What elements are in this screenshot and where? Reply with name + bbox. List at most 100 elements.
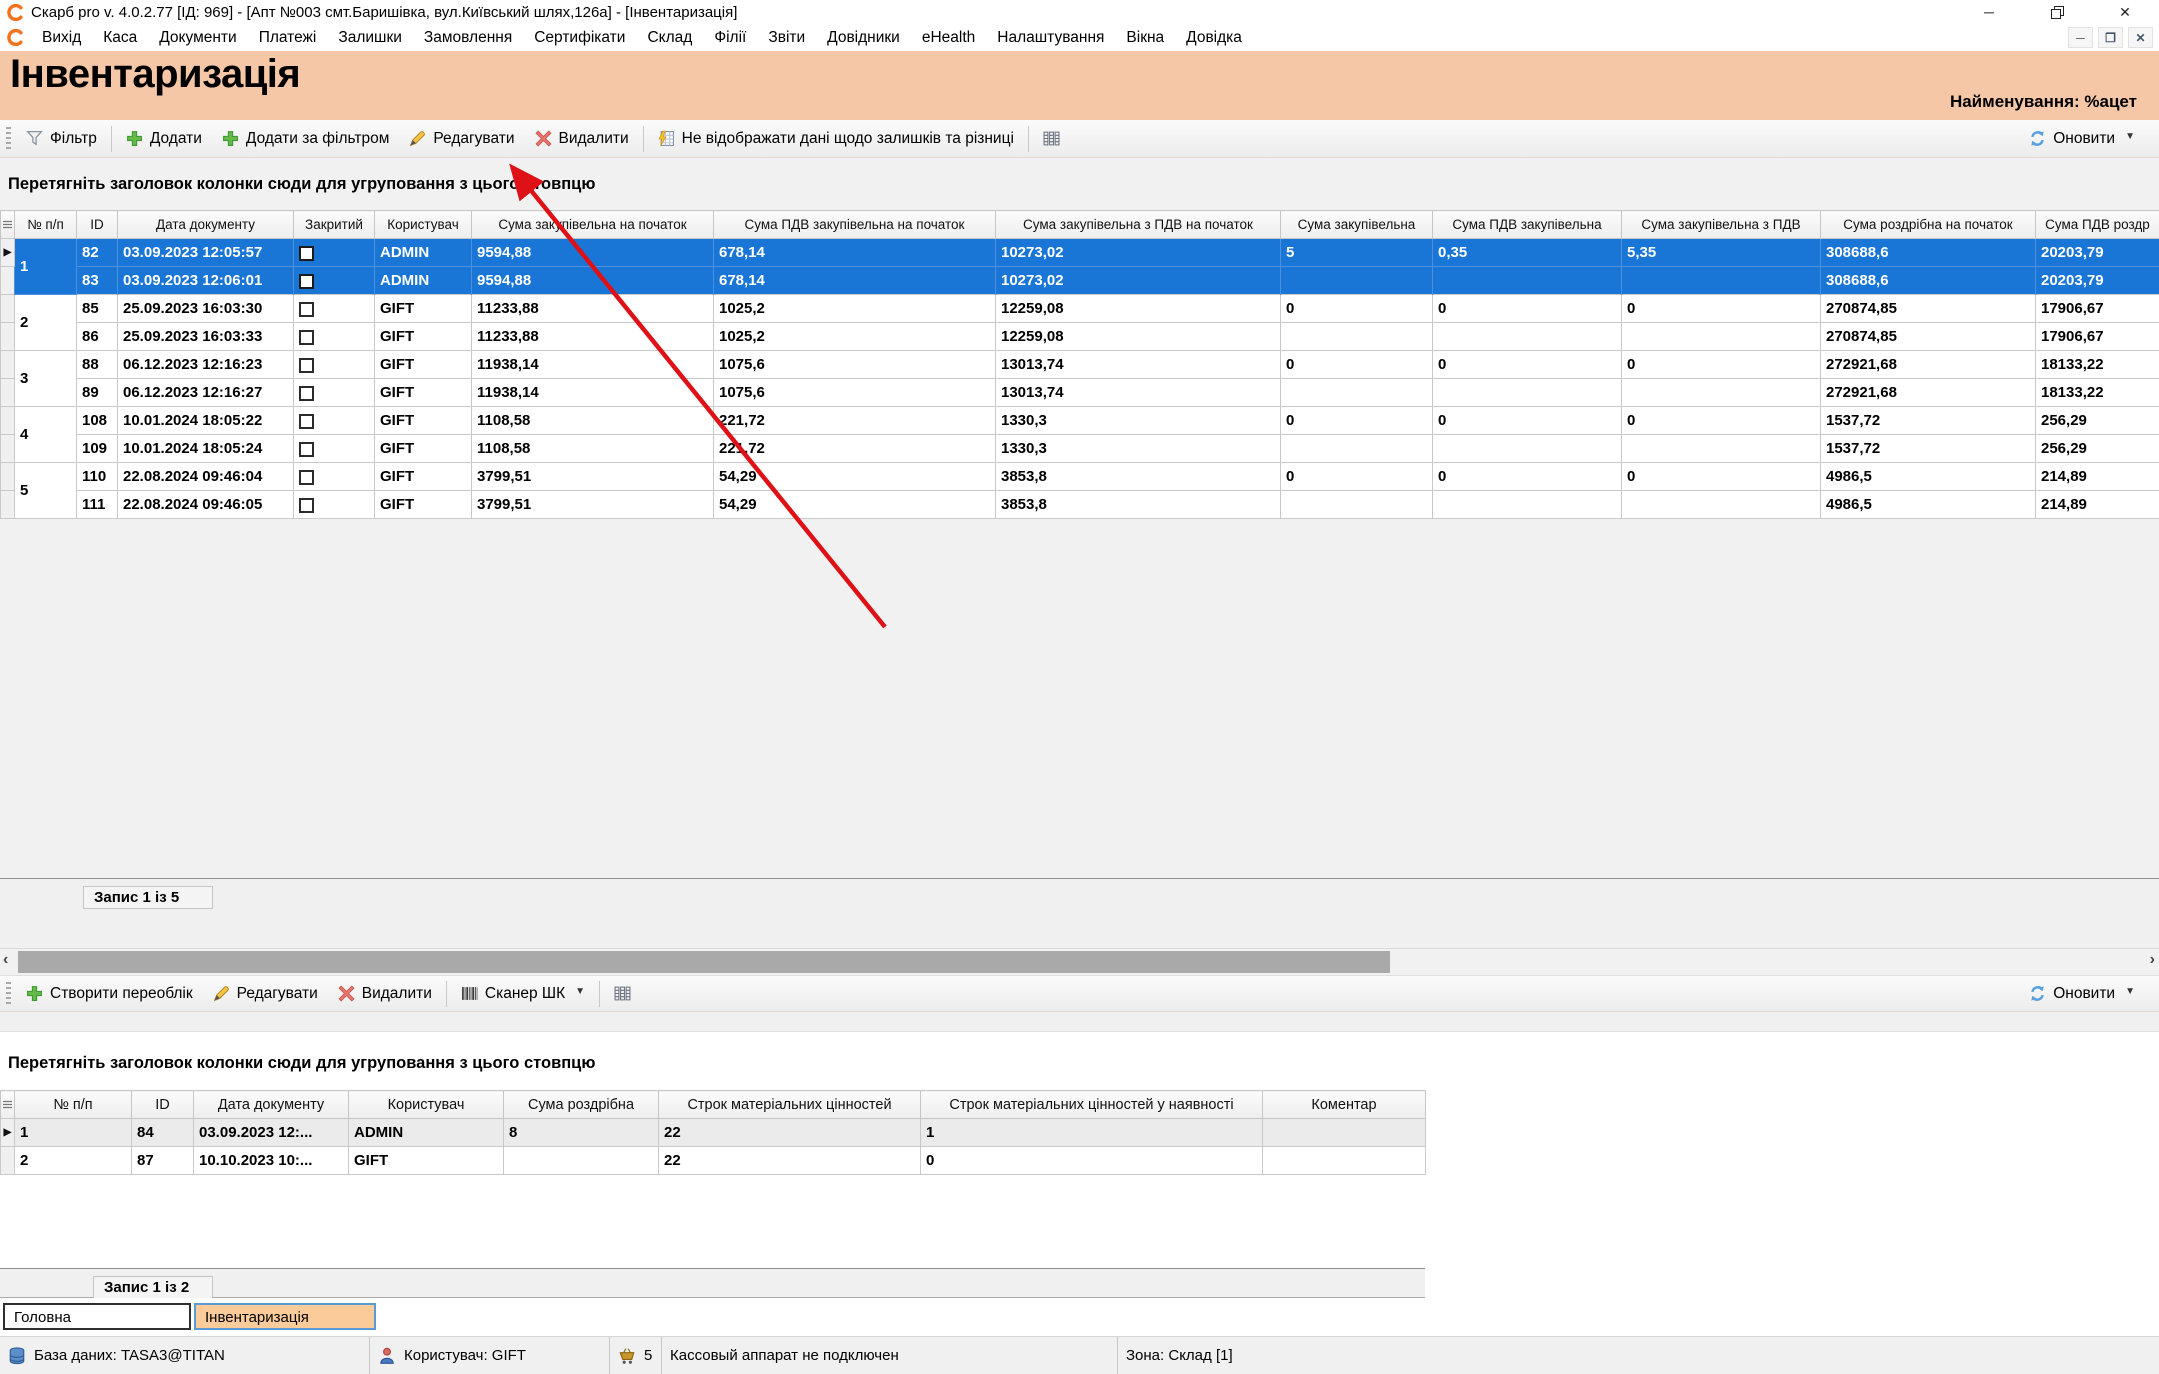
document-row-82[interactable]: ▶18203.09.2023 12:05:57ADMIN9594,88678,1… xyxy=(1,239,2159,267)
cell-date[interactable]: 03.09.2023 12:05:57 xyxy=(118,239,294,267)
cell-value[interactable]: 1330,3 xyxy=(996,407,1281,435)
column-header[interactable]: Сума ПДВ закупівельна на початок xyxy=(714,211,996,239)
document-row-83[interactable]: 8303.09.2023 12:06:01ADMIN9594,88678,141… xyxy=(1,267,2159,295)
cell-value[interactable]: 54,29 xyxy=(714,463,996,491)
document-row-111[interactable]: 11122.08.2024 09:46:05GIFT3799,5154,2938… xyxy=(1,491,2159,519)
cell-id[interactable]: 110 xyxy=(77,463,118,491)
cell-closed-checkbox[interactable] xyxy=(294,463,375,491)
checkbox-unchecked[interactable] xyxy=(299,414,314,429)
cell-value[interactable]: 272921,68 xyxy=(1821,351,2036,379)
column-header[interactable]: Дата документу xyxy=(194,1091,349,1119)
cell-value[interactable]: 10273,02 xyxy=(996,239,1281,267)
cell-num[interactable]: 2 xyxy=(15,1147,132,1175)
cell-closed-checkbox[interactable] xyxy=(294,323,375,351)
cell-value[interactable] xyxy=(1622,323,1821,351)
cell-date[interactable]: 06.12.2023 12:16:27 xyxy=(118,379,294,407)
cell-id[interactable]: 88 xyxy=(77,351,118,379)
edit-recount-button[interactable]: Редагувати xyxy=(203,985,328,1003)
minimize-icon[interactable]: ─ xyxy=(1981,4,1997,20)
cell-id[interactable]: 84 xyxy=(132,1119,194,1147)
document-row-86[interactable]: 8625.09.2023 16:03:33GIFT11233,881025,21… xyxy=(1,323,2159,351)
cell-date[interactable]: 10.01.2024 18:05:22 xyxy=(118,407,294,435)
cell-value[interactable] xyxy=(1622,435,1821,463)
cell-closed-checkbox[interactable] xyxy=(294,351,375,379)
cell-value[interactable]: 678,14 xyxy=(714,239,996,267)
tab-home[interactable]: Головна xyxy=(3,1303,191,1330)
cell-value[interactable]: 12259,08 xyxy=(996,323,1281,351)
cell-value[interactable]: 1108,58 xyxy=(472,435,714,463)
row-indicator[interactable] xyxy=(1,323,15,351)
cell-value[interactable]: 308688,6 xyxy=(1821,239,2036,267)
cell-value[interactable]: 17906,67 xyxy=(2036,323,2159,351)
cell-value[interactable]: 10273,02 xyxy=(996,267,1281,295)
cell-value[interactable] xyxy=(1281,435,1433,463)
cell-value[interactable]: 1075,6 xyxy=(714,351,996,379)
mdi-minimize-icon[interactable]: ─ xyxy=(2068,27,2093,48)
cell-user[interactable]: GIFT xyxy=(349,1147,504,1175)
group-number[interactable]: 5 xyxy=(15,463,77,519)
cell-value[interactable]: 5 xyxy=(1281,239,1433,267)
horizontal-scrollbar[interactable]: ‹ › xyxy=(0,948,2159,975)
filter-button[interactable]: Фільтр xyxy=(16,130,107,148)
cell-value[interactable] xyxy=(1263,1119,1426,1147)
cell-value[interactable] xyxy=(1281,267,1433,295)
column-header[interactable]: Сума ПДВ закупівельна xyxy=(1433,211,1622,239)
cell-value[interactable]: 11233,88 xyxy=(472,323,714,351)
cell-id[interactable]: 85 xyxy=(77,295,118,323)
group-number[interactable]: 3 xyxy=(15,351,77,407)
cell-value[interactable] xyxy=(1622,379,1821,407)
document-row-88[interactable]: 38806.12.2023 12:16:23GIFT11938,141075,6… xyxy=(1,351,2159,379)
menu-item-14[interactable]: Довідка xyxy=(1175,29,1253,47)
cell-id[interactable]: 87 xyxy=(132,1147,194,1175)
cell-value[interactable]: 9594,88 xyxy=(472,267,714,295)
checkbox-unchecked[interactable] xyxy=(299,302,314,317)
column-header[interactable]: Дата документу xyxy=(118,211,294,239)
row-indicator[interactable]: ▶ xyxy=(1,1119,15,1147)
group-number[interactable]: 4 xyxy=(15,407,77,463)
cell-value[interactable]: 12259,08 xyxy=(996,295,1281,323)
cell-value[interactable]: 8 xyxy=(504,1119,659,1147)
checkbox-unchecked[interactable] xyxy=(299,470,314,485)
checkbox-unchecked[interactable] xyxy=(299,442,314,457)
cell-value[interactable]: 0 xyxy=(1281,407,1433,435)
row-indicator[interactable] xyxy=(1,1147,15,1175)
cell-closed-checkbox[interactable] xyxy=(294,491,375,519)
row-indicator[interactable] xyxy=(1,267,15,295)
cell-user[interactable]: GIFT xyxy=(375,295,472,323)
cell-value[interactable]: 0 xyxy=(921,1147,1263,1175)
column-header[interactable]: Строк матеріальних цінностей у наявності xyxy=(921,1091,1263,1119)
checkbox-unchecked[interactable] xyxy=(299,498,314,513)
cell-value[interactable]: 22 xyxy=(659,1119,921,1147)
add-button[interactable]: Додати xyxy=(116,130,212,148)
cell-value[interactable]: 3853,8 xyxy=(996,463,1281,491)
cell-id[interactable]: 82 xyxy=(77,239,118,267)
group-number[interactable]: 1 xyxy=(15,239,77,295)
menu-item-8[interactable]: Філії xyxy=(703,29,757,47)
row-indicator[interactable] xyxy=(1,407,15,435)
cell-value[interactable]: 0,35 xyxy=(1433,239,1622,267)
cell-value[interactable]: 9594,88 xyxy=(472,239,714,267)
column-chooser-button[interactable] xyxy=(1033,130,1070,147)
column-header[interactable]: № п/п xyxy=(15,1091,132,1119)
cell-value[interactable]: 11938,14 xyxy=(472,379,714,407)
column-header[interactable]: Коментар xyxy=(1263,1091,1426,1119)
column-header[interactable]: Користувач xyxy=(349,1091,504,1119)
menu-item-12[interactable]: Налаштування xyxy=(986,29,1115,47)
cell-date[interactable]: 25.09.2023 16:03:33 xyxy=(118,323,294,351)
cell-value[interactable]: 5,35 xyxy=(1622,239,1821,267)
cell-value[interactable]: 0 xyxy=(1622,463,1821,491)
cell-value[interactable]: 0 xyxy=(1622,295,1821,323)
cell-value[interactable]: 0 xyxy=(1433,407,1622,435)
barcode-scanner-button[interactable]: Сканер ШК ▼ xyxy=(451,985,595,1003)
mdi-close-icon[interactable]: ✕ xyxy=(2128,27,2153,48)
column-header[interactable]: Закритий xyxy=(294,211,375,239)
cell-value[interactable]: 1108,58 xyxy=(472,407,714,435)
row-indicator[interactable] xyxy=(1,351,15,379)
cell-value[interactable] xyxy=(1281,323,1433,351)
document-row-89[interactable]: 8906.12.2023 12:16:27GIFT11938,141075,61… xyxy=(1,379,2159,407)
scroll-right-icon[interactable]: › xyxy=(2150,951,2155,969)
cell-value[interactable]: 0 xyxy=(1281,351,1433,379)
cell-value[interactable]: 256,29 xyxy=(2036,435,2159,463)
cell-value[interactable]: 11938,14 xyxy=(472,351,714,379)
cell-id[interactable]: 83 xyxy=(77,267,118,295)
